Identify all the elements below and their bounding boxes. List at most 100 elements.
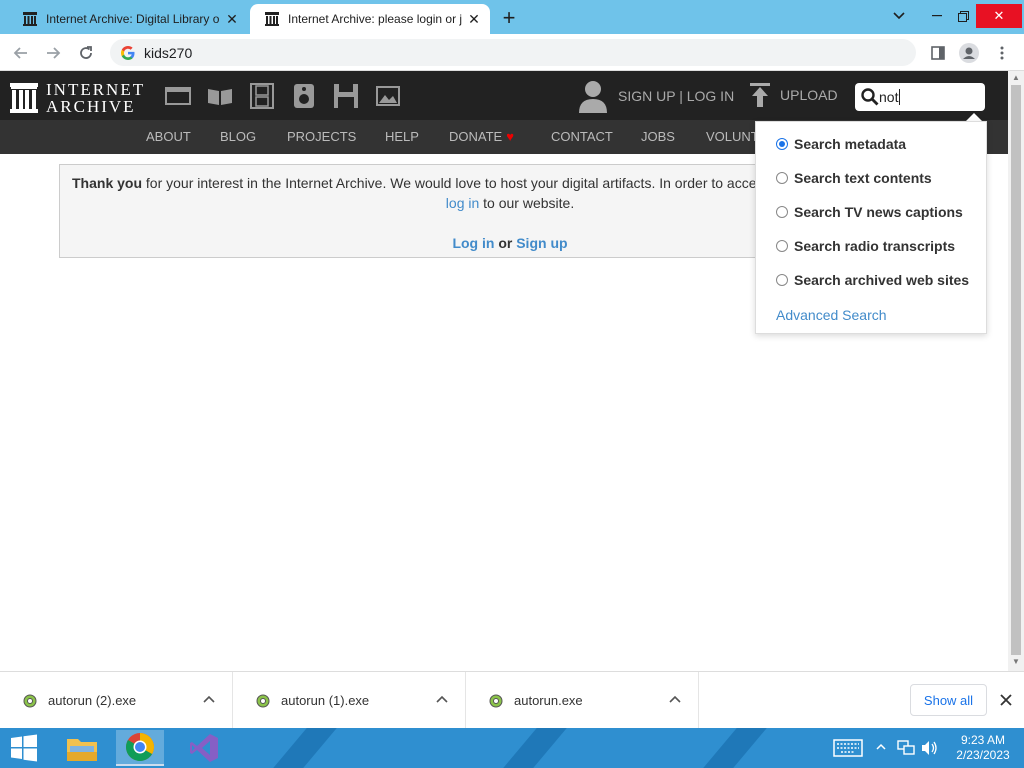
upload-arrow-icon xyxy=(750,83,770,107)
show-all-downloads-button[interactable]: Show all xyxy=(910,684,987,716)
notice-login-inline-link[interactable]: log in xyxy=(446,195,479,211)
browser-toolbar: kids270 xyxy=(0,34,1024,71)
address-bar[interactable]: kids270 xyxy=(110,39,916,66)
login-link[interactable]: Log in xyxy=(452,235,494,251)
tab-search-chevron-down-icon[interactable] xyxy=(884,4,914,28)
images-icon[interactable] xyxy=(375,83,401,109)
search-option-web-sites[interactable]: Search archived web sites xyxy=(776,272,969,288)
search-option-radio-transcripts[interactable]: Search radio transcripts xyxy=(776,238,955,254)
signup-link[interactable]: Sign up xyxy=(516,235,567,251)
side-panel-icon[interactable] xyxy=(927,42,949,64)
search-option-label: Search TV news captions xyxy=(794,204,963,220)
chevron-up-icon[interactable] xyxy=(202,692,216,706)
nav-jobs[interactable]: JOBS xyxy=(641,129,675,144)
tab-internet-archive-login[interactable]: Internet Archive: please login or j ✕ xyxy=(250,4,490,34)
scroll-down-icon[interactable]: ▼ xyxy=(1011,657,1021,667)
video-film-icon[interactable] xyxy=(249,83,275,109)
system-clock[interactable]: 9:23 AM 2/23/2023 xyxy=(950,733,1016,763)
screen: Internet Archive: Digital Library o ✕ In… xyxy=(0,0,1024,768)
back-arrow-icon[interactable] xyxy=(10,42,32,64)
search-input[interactable]: not xyxy=(855,83,985,111)
search-option-label: Search radio transcripts xyxy=(794,238,956,254)
or-text: or xyxy=(498,235,513,251)
windows-taskbar: 9:23 AM 2/23/2023 xyxy=(0,728,1024,768)
search-icon xyxy=(861,88,879,106)
scrollbar-thumb[interactable] xyxy=(1011,85,1021,655)
radio[interactable] xyxy=(776,240,788,252)
radio[interactable] xyxy=(776,206,788,218)
advanced-search-link[interactable]: Advanced Search xyxy=(776,307,887,323)
web-icon[interactable] xyxy=(165,83,191,109)
page-scrollbar[interactable]: ▲ ▼ xyxy=(1008,71,1024,671)
radio[interactable] xyxy=(776,172,788,184)
heart-icon: ♥ xyxy=(506,129,514,144)
address-text: kids270 xyxy=(144,44,193,61)
notice-line-1: Thank you for your interest in the Inter… xyxy=(72,175,757,191)
signup-login-link[interactable]: SIGN UP | LOG IN xyxy=(578,79,734,113)
chevron-up-icon[interactable] xyxy=(435,692,449,706)
visual-studio-icon[interactable] xyxy=(180,730,228,766)
nav-contact[interactable]: CONTACT xyxy=(551,129,613,144)
notice-bold-prefix: Thank you xyxy=(72,175,143,191)
search-option-tv-captions[interactable]: Search TV news captions xyxy=(776,204,963,220)
radio[interactable] xyxy=(776,274,788,286)
texts-book-icon[interactable] xyxy=(207,83,233,109)
nav-about[interactable]: ABOUT xyxy=(146,129,191,144)
search-value: not xyxy=(879,89,899,105)
notice-text-2: to our website. xyxy=(479,195,575,211)
nav-blog[interactable]: BLOG xyxy=(220,129,256,144)
taskbar-decoration xyxy=(703,728,767,768)
search-options-dropdown: Search metadata Search text contents Sea… xyxy=(755,121,987,334)
google-g-icon xyxy=(121,45,135,60)
nav-donate[interactable]: DONATE ♥ xyxy=(449,129,514,144)
profile-avatar-icon[interactable] xyxy=(958,42,980,64)
text-caret xyxy=(899,89,901,105)
window-close-icon[interactable]: ✕ xyxy=(976,4,1022,28)
download-item[interactable]: autorun (1).exe xyxy=(233,672,466,729)
software-floppy-icon[interactable] xyxy=(333,83,359,109)
search-option-metadata[interactable]: Search metadata xyxy=(776,136,906,152)
search-option-text-contents[interactable]: Search text contents xyxy=(776,170,932,186)
forward-arrow-icon[interactable] xyxy=(42,42,64,64)
ia-building-icon xyxy=(10,83,38,113)
exe-file-icon xyxy=(256,694,270,707)
nav-donate-label: DONATE xyxy=(449,129,503,144)
tab-close-icon[interactable]: ✕ xyxy=(224,11,240,27)
upload-link[interactable]: UPLOAD xyxy=(750,83,838,107)
nav-help[interactable]: HELP xyxy=(385,129,419,144)
start-windows-icon[interactable] xyxy=(0,730,48,766)
ia-logo[interactable]: INTERNET ARCHIVE xyxy=(10,81,145,115)
nav-volunteer[interactable]: VOLUNT xyxy=(706,129,759,144)
touch-keyboard-icon[interactable] xyxy=(833,739,863,760)
radio-selected[interactable] xyxy=(776,138,788,150)
logo-line-1: INTERNET xyxy=(46,80,146,99)
chevron-up-icon[interactable] xyxy=(668,692,682,706)
download-item[interactable]: autorun (2).exe xyxy=(0,672,233,729)
tab-close-icon[interactable]: ✕ xyxy=(466,11,482,27)
volume-icon[interactable] xyxy=(921,740,939,759)
search-option-label: Search text contents xyxy=(794,170,932,186)
restore-icon[interactable] xyxy=(948,4,978,28)
clock-date: 2/23/2023 xyxy=(956,748,1010,762)
scroll-up-icon[interactable]: ▲ xyxy=(1011,73,1021,83)
download-item[interactable]: autorun.exe xyxy=(466,672,699,729)
chrome-icon[interactable] xyxy=(116,730,164,766)
internet-archive-favicon-icon xyxy=(265,12,279,26)
logo-line-2: ARCHIVE xyxy=(46,97,136,116)
network-icon[interactable] xyxy=(897,740,915,759)
downloads-bar: autorun (2).exe autorun (1).exe autorun.… xyxy=(0,671,1024,729)
download-filename: autorun.exe xyxy=(514,693,583,708)
notice-text-1: for your interest in the Internet Archiv… xyxy=(142,175,757,191)
browser-menu-icon[interactable] xyxy=(991,42,1013,64)
download-filename: autorun (1).exe xyxy=(281,693,370,708)
new-tab-button[interactable]: + xyxy=(498,7,520,30)
tab-internet-archive-home[interactable]: Internet Archive: Digital Library o ✕ xyxy=(8,4,248,34)
nav-projects[interactable]: PROJECTS xyxy=(287,129,356,144)
audio-speaker-icon[interactable] xyxy=(291,83,317,109)
file-explorer-icon[interactable] xyxy=(58,730,106,766)
reload-icon[interactable] xyxy=(75,42,97,64)
close-downloads-icon[interactable] xyxy=(998,692,1014,708)
clock-time: 9:23 AM xyxy=(960,733,1006,747)
signup-login-text: SIGN UP | LOG IN xyxy=(618,88,735,104)
tray-chevron-up-icon[interactable] xyxy=(876,741,886,755)
